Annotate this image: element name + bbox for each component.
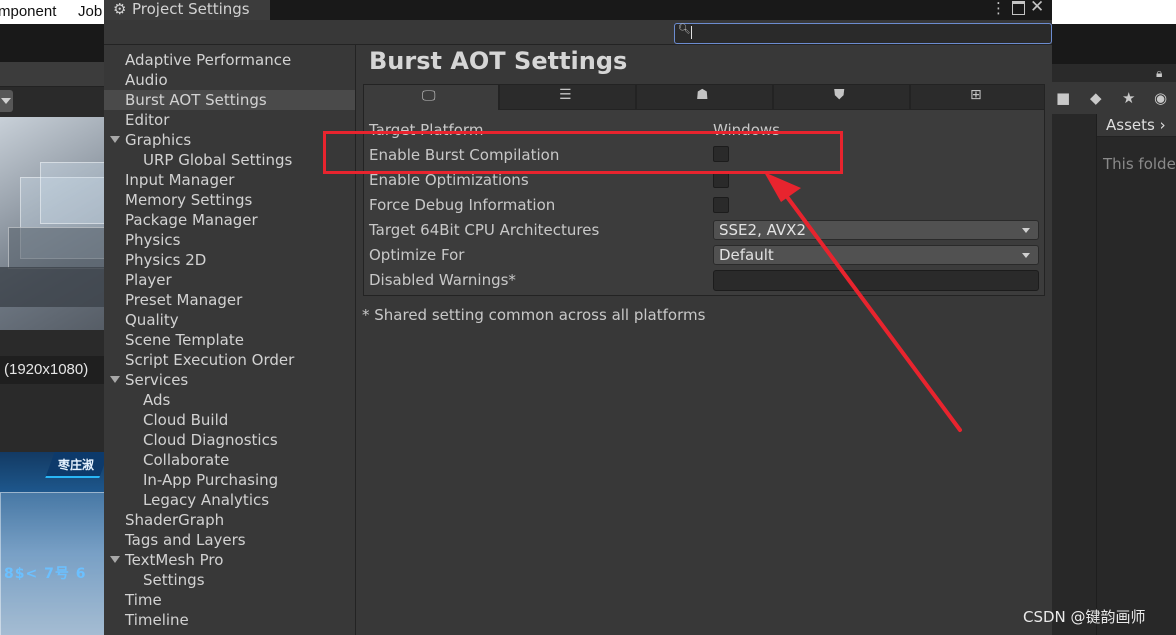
project-panel [1052,114,1176,635]
sidebar-item-cloud-build[interactable]: Cloud Build [143,410,228,430]
lock-icon[interactable]: 🔒︎ [1156,66,1162,81]
tab-platform-desktop[interactable]: 🖵︎ [363,84,499,110]
expand-arrow-icon[interactable] [110,376,120,383]
sidebar-item-preset-manager[interactable]: Preset Manager [125,290,242,310]
shared-setting-footnote: * Shared setting common across all platf… [362,306,706,324]
watermark-text: CSDN @键韵画师 [1023,608,1146,626]
sidebar-item-ads[interactable]: Ads [143,390,170,410]
sidebar-item-input-manager[interactable]: Input Manager [125,170,234,190]
text-caret [691,26,692,39]
sidebar-item-scene-template[interactable]: Scene Template [125,330,244,350]
optimize-for-value: Default [719,246,774,264]
sidebar-item-tags-and-layers[interactable]: Tags and Layers [125,530,246,550]
expand-arrow-icon[interactable] [110,556,120,563]
background-toolbar [0,24,104,62]
chevron-down-icon [1022,228,1030,233]
sidebar-item-time[interactable]: Time [125,590,162,610]
maximize-icon[interactable] [1012,1,1025,15]
server-icon: ☰ [559,87,572,103]
target-cpu-dropdown[interactable]: SSE2, AVX2 [713,220,1039,240]
disabled-warnings-field[interactable] [713,270,1039,291]
sidebar-item-textmesh-pro[interactable]: TextMesh Pro [125,550,223,570]
sidebar-item-graphics[interactable]: Graphics [125,130,191,150]
force-debug-label: Force Debug Information [369,196,556,214]
sidebar-item-services[interactable]: Services [125,370,188,390]
sidebar-item-package-manager[interactable]: Package Manager [125,210,258,230]
assets-breadcrumb[interactable]: Assets › [1106,116,1166,134]
more-icon[interactable]: ⋮ [991,0,1006,17]
sidebar-item-script-execution-order[interactable]: Script Execution Order [125,350,294,370]
tab-platform-windows[interactable]: ⊞ [910,84,1045,110]
sidebar-item-physics-2d[interactable]: Physics 2D [125,250,206,270]
menu-item-jobs[interactable]: Job [78,3,102,20]
chevron-right-icon: › [1159,116,1166,134]
optimize-for-dropdown[interactable]: Default [713,245,1039,265]
sidebar-item-adaptive-performance[interactable]: Adaptive Performance [125,50,291,70]
shapes-icon[interactable]: ■ [1056,89,1070,107]
sidebar-item-collaborate[interactable]: Collaborate [143,450,229,470]
sidebar-item-burst-aot-settings[interactable]: Burst AOT Settings [125,90,267,110]
force-debug-checkbox[interactable] [713,197,729,213]
android-icon: ☗ [696,87,709,103]
sidebar-item-shadergraph[interactable]: ShaderGraph [125,510,224,530]
enable-optimizations-checkbox[interactable] [713,172,729,188]
chevron-down-icon [1022,253,1030,258]
disabled-warnings-label: Disabled Warnings* [369,271,516,289]
scene-title-text: 枣庄淑 [58,458,95,472]
game-view-image [0,452,104,635]
desktop-icon: 🖵︎ [422,88,436,104]
optimize-for-label: Optimize For [369,246,465,264]
sidebar-item-audio[interactable]: Audio [125,70,168,90]
sidebar-item-memory-settings[interactable]: Memory Settings [125,190,252,210]
windows-icon: ⊞ [970,87,982,103]
sidebar-item-legacy-analytics[interactable]: Legacy Analytics [143,490,269,510]
tab-platform-server[interactable]: ☰ [499,84,636,110]
scene-numbers-text: 8$< 7号 6 [4,566,87,582]
sidebar-item-editor[interactable]: Editor [125,110,169,130]
background-window-top [1052,0,1176,24]
expand-arrow-icon[interactable] [110,136,120,143]
gear-icon: ⚙ [113,0,127,18]
star-icon[interactable]: ★ [1122,89,1135,107]
game-view-resolution: (1920x1080) [4,361,89,378]
target-cpu-label: Target 64Bit CPU Architectures [369,221,600,239]
tab-platform-android[interactable]: ☗ [636,84,773,110]
project-panel-divider[interactable] [1096,114,1097,635]
chevron-down-icon [1,98,11,104]
sidebar-item-quality[interactable]: Quality [125,310,179,330]
close-icon[interactable]: ✕ [1030,0,1044,17]
eye-hidden-icon[interactable]: ◉ [1154,89,1167,107]
sidebar-item-cloud-diagnostics[interactable]: Cloud Diagnostics [143,430,278,450]
tab-platform-webgl[interactable]: ⛊ [773,84,910,110]
menu-item-component[interactable]: mponent [0,3,56,20]
sidebar-item-timeline[interactable]: Timeline [125,610,189,630]
background-toolbar-right [1052,24,1176,64]
assets-label: Assets [1106,116,1155,134]
sidebar-item-textmesh-settings[interactable]: Settings [143,570,205,590]
sidebar-item-in-app-purchasing[interactable]: In-App Purchasing [143,470,278,490]
game-view-toolbar [0,62,104,87]
scene-view-image [0,117,104,330]
sidebar-item-player[interactable]: Player [125,270,172,290]
search-input[interactable] [674,23,1052,44]
empty-folder-text: This folder [1103,155,1176,173]
target-cpu-value: SSE2, AVX2 [719,221,806,239]
search-icon: 🔍︎ [678,24,691,35]
sidebar-item-physics[interactable]: Physics [125,230,180,250]
html5-icon: ⛊ [834,87,845,103]
window-title: Project Settings [132,0,250,18]
background-menubar: mponent Job [0,0,104,24]
annotation-highlight-box [323,131,843,174]
sidebar-item-urp-global-settings[interactable]: URP Global Settings [143,150,292,170]
tag-icon[interactable]: ◆ [1090,89,1102,107]
page-title: Burst AOT Settings [369,47,628,75]
